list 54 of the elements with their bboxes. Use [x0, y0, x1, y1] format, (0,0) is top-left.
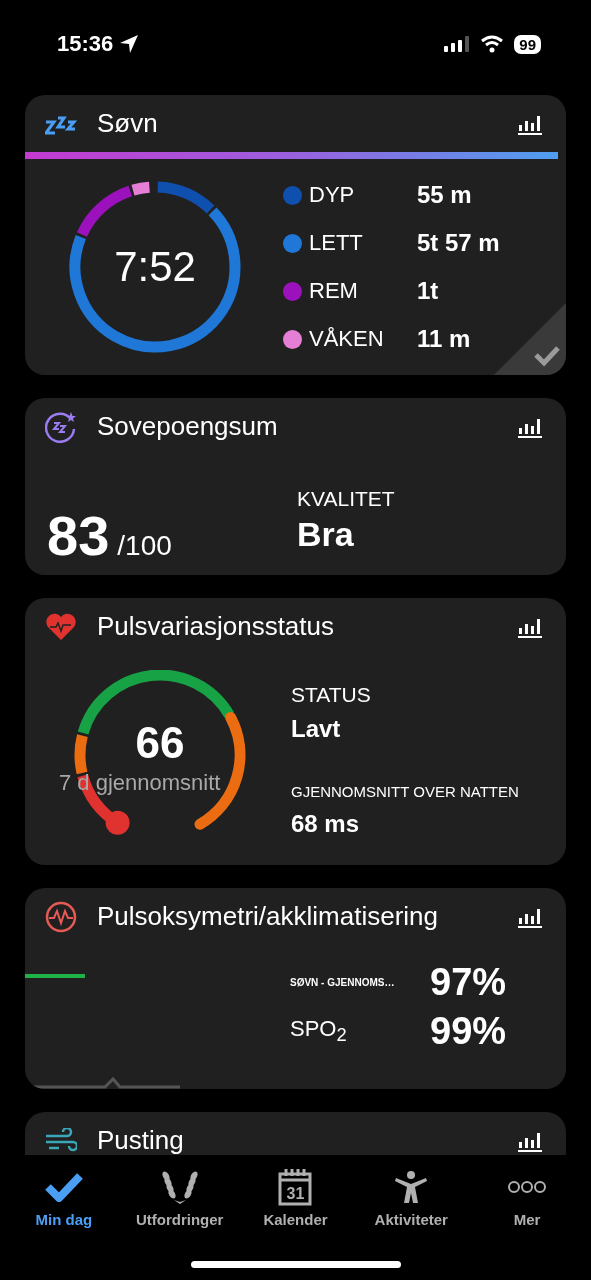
tab-bar-item[interactable]: Mer [472, 1167, 583, 1228]
score-max: /100 [117, 529, 172, 562]
breathing-card[interactable]: Pusting [25, 1112, 566, 1155]
battery-indicator: 99 [514, 34, 541, 54]
spo2-value: 97% [430, 961, 507, 1004]
sleep-score-card[interactable]: Sovepoengsum 83/100 KVALITET Bra [25, 398, 566, 575]
quality-value: Bra [297, 514, 355, 554]
average-label: GJENNOMSNITT OVER NATTEN [291, 782, 519, 800]
stage-label: REM [309, 278, 359, 304]
clock-time: 15:36 [57, 31, 114, 57]
hrv-value: 66 [134, 718, 186, 768]
pulse-ox-icon [45, 900, 77, 933]
sleep-score-icon [45, 410, 77, 443]
checkmark-icon [44, 1172, 83, 1202]
spo2-sparkline [25, 974, 85, 978]
hrv-caption: 7 d gjennomsnitt [59, 770, 222, 796]
card-title: Pusting [97, 1125, 185, 1155]
person-icon [394, 1170, 429, 1204]
more-icon [507, 1180, 548, 1194]
stage-label: LETT [309, 230, 364, 256]
stage-value: 11 m [417, 325, 472, 353]
stage-label: DYP [309, 182, 356, 208]
stage-value: 1t [417, 277, 440, 305]
stage-label: VÅKEN [309, 326, 385, 352]
card-title: Søvn [97, 108, 159, 139]
signal-icon [444, 36, 471, 52]
tab-bar-item[interactable]: Min dag [8, 1167, 119, 1228]
spo2-label: SPO$_{2}$ [290, 1016, 348, 1047]
status-value: Lavt [291, 714, 342, 743]
sleep-card[interactable]: Søvn 7:52 DYP 55 m LETT 5t 57 m REM 1t VÅKEN 11 m [25, 95, 566, 375]
pulse-ox-card[interactable]: Pulsoksymetri/akklimatisering SØVN - GJENNOMS… 97% SPO$_{2}$ 99% [25, 888, 566, 1089]
tab-bar-item[interactable]: 31 Kalender [240, 1167, 351, 1228]
hrv-card[interactable]: Pulsvariasjonsstatus 66 7 d gjennomsnitt STATUS Lavt GJENNOMSNITT OVER NATTEN 68 ms [25, 598, 566, 865]
sleep-score: 83 [47, 502, 110, 568]
tab-bar-item[interactable]: Utfordringer [124, 1167, 235, 1228]
wind-icon [45, 1127, 77, 1154]
quality-label: KVALITET [297, 486, 395, 511]
card-title: Pulsoksymetri/akklimatisering [97, 901, 439, 932]
sleep-total: 7:52 [114, 243, 196, 291]
card-title: Pulsvariasjonsstatus [97, 611, 335, 642]
status-label: STATUS [291, 682, 372, 707]
tab-bar-item[interactable]: Aktiviteter [356, 1167, 467, 1228]
checkmark-corner-icon [494, 303, 566, 375]
stage-value: 5t 57 m [417, 229, 500, 257]
average-value: 68 ms [291, 809, 361, 838]
calendar-icon [278, 1168, 313, 1206]
calendar-date: 31 [285, 1185, 306, 1203]
stage-value: 55 m [417, 181, 473, 209]
card-title: Sovepoengsum [97, 411, 279, 442]
wifi-icon [480, 35, 505, 53]
location-arrow-icon [119, 34, 140, 54]
heart-icon [45, 612, 77, 641]
spo2-value: 99% [430, 1010, 507, 1053]
spo2-label: SØVN - GJENNOMS… [290, 977, 396, 988]
